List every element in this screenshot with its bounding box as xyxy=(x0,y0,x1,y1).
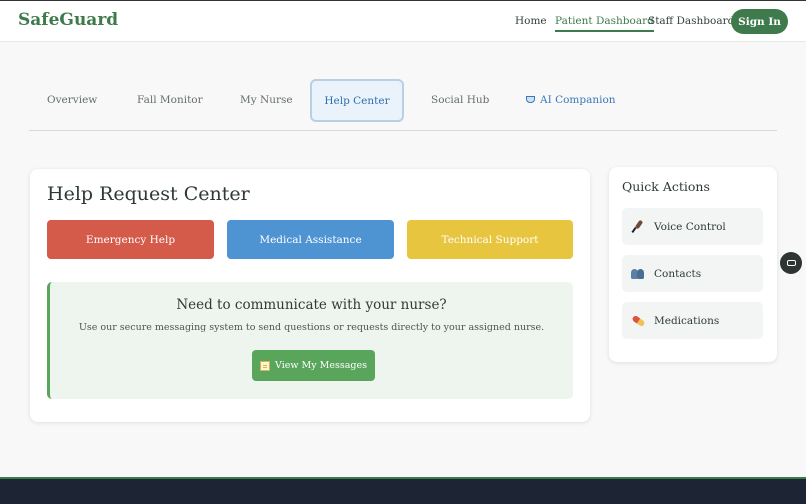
view-messages-label: View My Messages xyxy=(275,360,367,371)
quick-actions-title: Quick Actions xyxy=(622,179,710,194)
view-messages-button[interactable]: View My Messages xyxy=(252,350,375,381)
quick-action-label: Voice Control xyxy=(654,220,726,233)
footer xyxy=(0,477,806,504)
dashboard-tabs: Overview Fall Monitor My Nurse Help Cent… xyxy=(29,79,777,131)
quick-actions-panel: Quick Actions Voice Control Contacts Med… xyxy=(609,167,777,362)
brand-logo[interactable]: SafeGuard xyxy=(18,10,118,30)
sign-in-button[interactable]: Sign In xyxy=(731,9,788,34)
tab-fall-monitor[interactable]: Fall Monitor xyxy=(137,94,203,106)
page-title: Help Request Center xyxy=(47,183,250,205)
technical-support-button[interactable]: Technical Support xyxy=(407,220,573,259)
nav-patient-dashboard[interactable]: Patient Dashboard xyxy=(555,15,654,32)
memo-icon xyxy=(260,360,271,371)
tab-my-nurse[interactable]: My Nurse xyxy=(240,94,293,106)
top-header: SafeGuard Home Patient Dashboard Staff D… xyxy=(0,0,806,42)
pill-icon xyxy=(631,314,645,328)
nav-staff-dashboard[interactable]: Staff Dashboard xyxy=(648,15,734,27)
quick-action-contacts[interactable]: Contacts xyxy=(622,255,763,292)
quick-action-voice-control[interactable]: Voice Control xyxy=(622,208,763,245)
emergency-help-button[interactable]: Emergency Help xyxy=(47,220,214,259)
contacts-icon xyxy=(631,267,645,281)
comm-title: Need to communicate with your nurse? xyxy=(176,297,447,313)
microphone-icon xyxy=(631,220,645,234)
medical-assistance-button[interactable]: Medical Assistance xyxy=(227,220,394,259)
quick-action-label: Contacts xyxy=(654,267,702,280)
floating-toggle-button[interactable] xyxy=(780,252,802,274)
tab-help-center[interactable]: Help Center xyxy=(310,79,404,122)
tab-social-hub[interactable]: Social Hub xyxy=(431,94,489,106)
ai-companion-icon xyxy=(526,96,535,103)
tab-ai-companion-label: AI Companion xyxy=(540,94,616,106)
quick-action-medications[interactable]: Medications xyxy=(622,302,763,339)
tab-ai-companion[interactable]: AI Companion xyxy=(526,94,616,106)
comm-text: Use our secure messaging system to send … xyxy=(78,322,545,333)
tab-overview[interactable]: Overview xyxy=(47,94,97,106)
help-request-panel: Help Request Center Emergency Help Medic… xyxy=(30,169,590,422)
quick-action-label: Medications xyxy=(654,314,720,327)
toggle-icon xyxy=(786,260,796,266)
nav-home[interactable]: Home xyxy=(515,15,547,27)
nurse-communication-box: Need to communicate with your nurse? Use… xyxy=(47,282,573,399)
